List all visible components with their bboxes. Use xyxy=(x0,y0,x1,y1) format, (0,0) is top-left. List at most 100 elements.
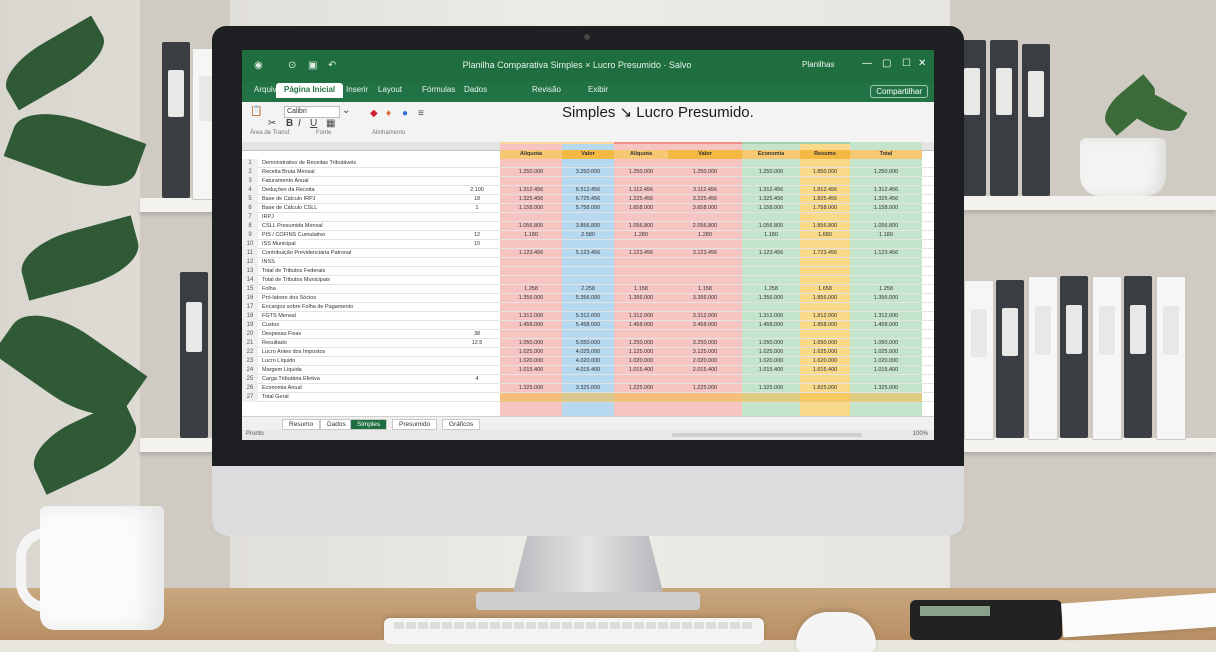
value-cell[interactable]: 1.258 xyxy=(500,285,562,294)
value-cell[interactable]: 1.180 xyxy=(850,231,922,240)
value-cell[interactable]: 1.020.000 xyxy=(850,357,922,366)
value-cell[interactable]: 1.280 xyxy=(614,231,668,240)
share-button[interactable]: Compartilhar xyxy=(870,85,928,98)
value-cell[interactable]: 4.020.000 xyxy=(562,357,614,366)
qty-cell[interactable]: 1 xyxy=(458,204,496,213)
row-label[interactable]: FGTS Mensal xyxy=(262,312,458,321)
row-header[interactable]: 1 xyxy=(242,159,258,168)
value-cell[interactable]: 1.812.456 xyxy=(800,186,850,195)
row-label[interactable]: PIS / COFINS Cumulativo xyxy=(262,231,458,240)
value-cell[interactable]: 3.856.800 xyxy=(562,222,614,231)
user-name[interactable]: Planilhas xyxy=(802,60,834,69)
row-label[interactable]: Encargos sobre Folha de Pagamento xyxy=(262,303,458,312)
value-cell[interactable]: 6.512.456 xyxy=(562,186,614,195)
value-cell[interactable]: 1.812.000 xyxy=(800,312,850,321)
row-header[interactable]: 6 xyxy=(242,204,258,213)
row-header[interactable]: 16 xyxy=(242,294,258,303)
row-header[interactable]: 26 xyxy=(242,384,258,393)
qty-cell[interactable]: 38 xyxy=(458,330,496,339)
row-label[interactable]: Base de Cálculo CSLL xyxy=(262,204,458,213)
qty-cell[interactable]: 12.5 xyxy=(458,339,496,348)
row-label[interactable]: Economia Anual xyxy=(262,384,458,393)
row-header[interactable]: 9 xyxy=(242,231,258,240)
value-cell[interactable]: 1.312.456 xyxy=(850,186,922,195)
value-cell[interactable]: 2.020.000 xyxy=(668,357,742,366)
row-label[interactable]: Pró-labore dos Sócios xyxy=(262,294,458,303)
value-cell[interactable]: 3.325.000 xyxy=(562,384,614,393)
row-header[interactable]: 19 xyxy=(242,321,258,330)
value-cell[interactable]: 1.050.000 xyxy=(500,339,562,348)
value-cell[interactable]: 1.025.000 xyxy=(500,348,562,357)
value-cell[interactable]: 1.615.400 xyxy=(800,366,850,375)
value-cell[interactable]: 1.312.000 xyxy=(614,312,668,321)
row-label[interactable]: CSLL Presumida Mensal xyxy=(262,222,458,231)
save-icon[interactable]: ▣ xyxy=(308,60,317,71)
row-label[interactable]: ISS Municipal xyxy=(262,240,458,249)
value-cell[interactable]: 1.312.000 xyxy=(500,312,562,321)
value-cell[interactable]: 1.312.000 xyxy=(850,312,922,321)
value-cell[interactable]: 1.250.000 xyxy=(614,168,668,177)
value-cell[interactable]: 1.056.800 xyxy=(742,222,800,231)
row-header[interactable]: 15 xyxy=(242,285,258,294)
row-label[interactable]: Faturamento Anual xyxy=(262,177,458,186)
value-cell[interactable]: 1.056.800 xyxy=(500,222,562,231)
value-cell[interactable]: 1.856.000 xyxy=(800,294,850,303)
row-header[interactable]: 7 xyxy=(242,213,258,222)
tab-inserir[interactable]: Inserir xyxy=(346,85,368,94)
row-header[interactable]: 25 xyxy=(242,375,258,384)
value-cell[interactable]: 5.123.456 xyxy=(562,249,614,258)
row-header[interactable]: 18 xyxy=(242,312,258,321)
row-label[interactable]: Total de Tributos Municipais xyxy=(262,276,458,285)
qty-cell[interactable]: 10 xyxy=(458,240,496,249)
undo-icon[interactable]: ↶ xyxy=(328,60,336,71)
row-label[interactable]: Carga Tributária Efetiva xyxy=(262,375,458,384)
row-header[interactable]: 14 xyxy=(242,276,258,285)
row-label[interactable]: Total Geral xyxy=(262,393,458,402)
value-cell[interactable]: 1.050.000 xyxy=(850,339,922,348)
value-cell[interactable]: 1.356.000 xyxy=(850,294,922,303)
value-cell[interactable]: 1.112.456 xyxy=(614,186,668,195)
value-cell[interactable]: 1.025.000 xyxy=(742,348,800,357)
tab-dados[interactable]: Dados xyxy=(464,85,487,94)
bold-icon[interactable]: B xyxy=(286,118,293,129)
value-cell[interactable]: 1.123.456 xyxy=(850,249,922,258)
font-select[interactable]: Calibri xyxy=(284,106,340,118)
value-cell[interactable]: 1.158.000 xyxy=(742,204,800,213)
value-cell[interactable]: 1.650.000 xyxy=(800,339,850,348)
value-cell[interactable]: 1.158.000 xyxy=(500,204,562,213)
value-cell[interactable]: 1.015.400 xyxy=(742,366,800,375)
ribbon-options-icon[interactable]: ☐ xyxy=(902,58,911,69)
fill-color-icon[interactable]: ◆ xyxy=(370,108,378,119)
italic-icon[interactable]: I xyxy=(298,118,301,129)
value-cell[interactable]: 1.056.800 xyxy=(850,222,922,231)
close-icon[interactable]: ✕ xyxy=(918,58,926,69)
maximize-icon[interactable]: ▢ xyxy=(882,58,891,69)
font-size-icon[interactable]: ⌄ xyxy=(342,105,350,116)
font-color-icon[interactable]: ♦ xyxy=(386,108,391,119)
underline-icon[interactable]: U xyxy=(310,118,317,129)
row-label[interactable]: Despesas Fixas xyxy=(262,330,458,339)
value-cell[interactable]: 3.112.456 xyxy=(668,186,742,195)
value-cell[interactable]: 1.280 xyxy=(668,231,742,240)
value-cell[interactable]: 4.015.400 xyxy=(562,366,614,375)
value-cell[interactable]: 1.458.000 xyxy=(850,321,922,330)
value-cell[interactable]: 1.850.000 xyxy=(800,168,850,177)
value-cell[interactable]: 1.025.000 xyxy=(850,348,922,357)
row-label[interactable]: Total de Tributos Federais xyxy=(262,267,458,276)
row-label[interactable]: Resultado xyxy=(262,339,458,348)
row-header[interactable]: 5 xyxy=(242,195,258,204)
value-cell[interactable]: 2.056.800 xyxy=(668,222,742,231)
value-cell[interactable]: 1.123.456 xyxy=(742,249,800,258)
row-label[interactable]: Receita Bruta Mensal xyxy=(262,168,458,177)
value-cell[interactable]: 1.325.000 xyxy=(500,384,562,393)
tab-revisao[interactable]: Revisão xyxy=(532,85,561,94)
value-cell[interactable]: 1.020.000 xyxy=(500,357,562,366)
cut-icon[interactable]: ✂ xyxy=(268,118,276,129)
value-cell[interactable]: 1.158 xyxy=(668,285,742,294)
value-cell[interactable]: 3.225.456 xyxy=(668,195,742,204)
row-header[interactable]: 13 xyxy=(242,267,258,276)
value-cell[interactable]: 1.180 xyxy=(742,231,800,240)
row-header[interactable]: 24 xyxy=(242,366,258,375)
value-cell[interactable]: 1.858.000 xyxy=(800,321,850,330)
row-header[interactable]: 23 xyxy=(242,357,258,366)
